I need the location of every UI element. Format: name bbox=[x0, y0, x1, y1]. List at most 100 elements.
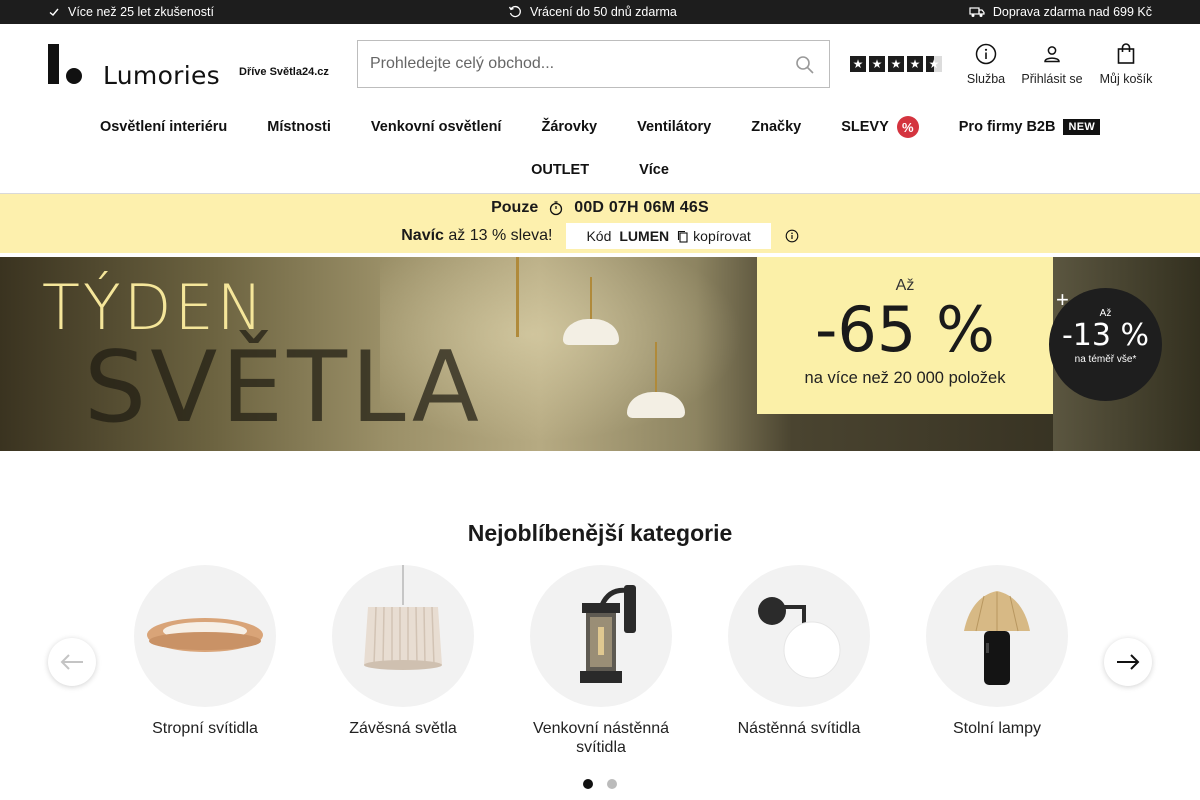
service-button[interactable]: Služba bbox=[964, 42, 1008, 86]
code-label: Kód bbox=[586, 228, 612, 244]
nav-label: Ventilátory bbox=[637, 119, 712, 135]
shopping-bag-icon bbox=[1117, 43, 1135, 64]
nav-item-outlet[interactable]: OUTLET bbox=[531, 162, 589, 178]
star-icon: ★ bbox=[850, 56, 866, 72]
user-icon bbox=[1044, 46, 1060, 63]
extra-discount-text: Navíc až 13 % sleva! bbox=[401, 227, 552, 245]
hero-offer-box: Až -65 % na více než 20 000 položek bbox=[757, 257, 1053, 414]
category-image bbox=[134, 565, 276, 707]
cart-label: Můj košík bbox=[1099, 72, 1153, 86]
extra-text: až 13 % sleva! bbox=[448, 227, 553, 244]
hero-banner[interactable]: TÝDEN SVĚTLA Až -65 % na více než 20 000… bbox=[0, 257, 1200, 451]
category-wall-lights[interactable]: Nástěnná svítidla bbox=[709, 565, 889, 738]
copy-icon bbox=[678, 230, 688, 243]
extra-bold: Navíc bbox=[401, 227, 444, 244]
nav-label: Žárovky bbox=[541, 119, 598, 135]
category-outdoor-wall-lights[interactable]: Venkovní nástěnná svítidla bbox=[511, 565, 691, 757]
promo-banner: Pouze 00D 07H 06M 46S Navíc až 13 % slev… bbox=[0, 194, 1200, 253]
percent-badge-icon: % bbox=[896, 116, 919, 138]
category-label: Závěsná světla bbox=[349, 720, 457, 737]
category-image bbox=[332, 565, 474, 707]
category-image bbox=[728, 565, 870, 707]
category-label: Stropní svítidla bbox=[152, 720, 258, 737]
shipping-info: Doprava zdarma nad 699 Kč bbox=[969, 0, 1152, 24]
site-logo[interactable]: Lumories bbox=[48, 44, 220, 90]
cart-button[interactable]: Můj košík bbox=[1096, 42, 1156, 86]
nav-label: Místnosti bbox=[267, 119, 331, 135]
stopwatch-icon bbox=[550, 201, 563, 216]
carousel-pagination bbox=[0, 779, 1200, 789]
nav-label: Značky bbox=[751, 119, 802, 135]
star-icon: ★ bbox=[888, 56, 904, 72]
experience-text: Více než 25 let zkušeností bbox=[68, 5, 214, 19]
hero-title-line2: SVĚTLA bbox=[84, 331, 483, 445]
logo-dot bbox=[66, 68, 82, 84]
search-box[interactable] bbox=[357, 40, 830, 88]
discount-code-line: Navíc až 13 % sleva! Kód LUMEN kopírovat bbox=[0, 223, 1200, 249]
login-button[interactable]: Přihlásit se bbox=[1018, 42, 1086, 86]
truck-icon bbox=[969, 7, 985, 17]
shipping-text: Doprava zdarma nad 699 Kč bbox=[992, 5, 1152, 19]
copy-code-button[interactable]: kopírovat bbox=[677, 228, 751, 244]
pendant-light-icon bbox=[364, 565, 442, 670]
new-badge: NEW bbox=[1063, 119, 1101, 135]
returns-info: Vrácení do 50 dnů zdarma bbox=[508, 0, 677, 24]
experience-info: Více než 25 let zkušeností bbox=[48, 0, 214, 24]
nav-item-outdoor-lighting[interactable]: Venkovní osvětlení bbox=[371, 119, 502, 135]
star-icon: ★ bbox=[869, 56, 885, 72]
service-label: Služba bbox=[966, 72, 1006, 86]
coupon-code-box: Kód LUMEN kopírovat bbox=[566, 223, 771, 249]
search-icon[interactable] bbox=[795, 55, 815, 75]
logo-wordmark: Lumories bbox=[103, 61, 221, 90]
pagination-dot[interactable] bbox=[607, 779, 617, 789]
outdoor-wall-lantern-icon bbox=[580, 585, 636, 683]
countdown-line: Pouze 00D 07H 06M 46S bbox=[0, 199, 1200, 217]
nav-label: Venkovní osvětlení bbox=[370, 119, 502, 135]
carousel-prev-button[interactable] bbox=[48, 638, 96, 686]
carousel-next-button[interactable] bbox=[1104, 638, 1152, 686]
returns-text: Vrácení do 50 dnů zdarma bbox=[530, 5, 677, 19]
info-icon[interactable] bbox=[785, 229, 799, 243]
nav-label: Osvětlení interiéru bbox=[99, 119, 228, 135]
star-icon: ★ bbox=[907, 56, 923, 72]
nav-item-more[interactable]: Více bbox=[639, 162, 669, 178]
nav-item-interior-lighting[interactable]: Osvětlení interiéru bbox=[100, 119, 227, 135]
category-ceiling-lights[interactable]: Stropní svítidla bbox=[115, 565, 295, 738]
nav-label: OUTLET bbox=[531, 162, 590, 178]
nav-item-bulbs[interactable]: Žárovky bbox=[541, 119, 597, 135]
offer-discount: -65 % bbox=[815, 293, 995, 366]
formerly-label: Dříve Světla24.cz bbox=[239, 66, 329, 78]
half-star-icon: ★ bbox=[926, 56, 942, 72]
offer-description: na více než 20 000 položek bbox=[804, 369, 1006, 387]
arrow-right-icon bbox=[1117, 654, 1140, 670]
pagination-dot-active[interactable] bbox=[583, 779, 593, 789]
check-icon bbox=[49, 8, 59, 16]
category-table-lamps[interactable]: Stolní lampy bbox=[907, 565, 1087, 738]
rating-stars[interactable]: ★ ★ ★ ★ ★ bbox=[850, 56, 942, 72]
nav-item-b2b[interactable]: Pro firmy B2B NEW bbox=[958, 119, 1101, 135]
badge-discount: -13 % bbox=[1061, 318, 1150, 353]
nav-item-fans[interactable]: Ventilátory bbox=[637, 119, 711, 135]
nav-item-brands[interactable]: Značky bbox=[751, 119, 801, 135]
copy-label: kopírovat bbox=[693, 228, 751, 244]
category-label: Stolní lampy bbox=[952, 720, 1042, 737]
info-icon bbox=[975, 43, 997, 65]
category-pendant-lights[interactable]: Závěsná světla bbox=[313, 565, 493, 738]
login-label: Přihlásit se bbox=[1021, 72, 1083, 86]
extra-discount-badge: Až -13 % na téměř vše* bbox=[1049, 288, 1162, 401]
badge-description: na téměř vše* bbox=[1074, 354, 1137, 365]
nav-item-rooms[interactable]: Místnosti bbox=[267, 119, 331, 135]
lamp-arm bbox=[655, 342, 657, 397]
nav-label: SLEVY bbox=[841, 119, 889, 135]
top-info-bar: Více než 25 let zkušeností Vrácení do 50… bbox=[0, 0, 1200, 24]
logo-bar bbox=[48, 44, 59, 84]
category-label: Venkovní nástěnná svítidla bbox=[532, 720, 670, 757]
nav-item-sale[interactable]: SLEVY% bbox=[841, 116, 919, 138]
wall-light-icon bbox=[758, 597, 841, 679]
search-input[interactable] bbox=[370, 55, 817, 73]
table-lamp-icon bbox=[964, 591, 1030, 685]
ceiling-light-icon bbox=[147, 618, 263, 652]
category-image bbox=[530, 565, 672, 707]
category-image bbox=[926, 565, 1068, 707]
nav-label: Pro firmy B2B bbox=[958, 119, 1056, 135]
